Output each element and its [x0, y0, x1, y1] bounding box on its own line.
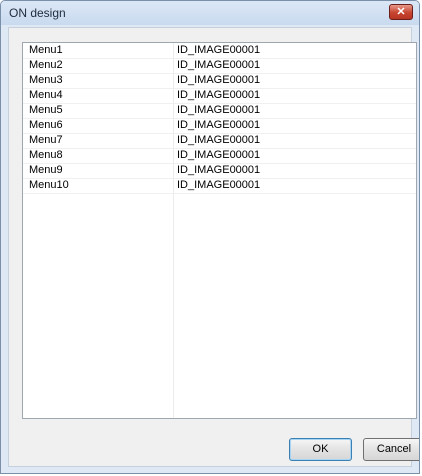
close-button[interactable]: ✕ — [389, 4, 413, 20]
menu-name: Menu5 — [29, 104, 63, 116]
list-item[interactable]: Menu6 ID_IMAGE00001 — [23, 118, 416, 134]
list-item[interactable]: Menu2 ID_IMAGE00001 — [23, 58, 416, 74]
menu-name: Menu2 — [29, 59, 63, 71]
list-item[interactable]: Menu5 ID_IMAGE00001 — [23, 103, 416, 119]
close-icon: ✕ — [396, 6, 406, 18]
image-id: ID_IMAGE00001 — [177, 134, 261, 146]
menu-name: Menu6 — [29, 119, 63, 131]
image-id: ID_IMAGE00001 — [177, 104, 261, 116]
list-item[interactable]: Menu10 ID_IMAGE00001 — [23, 178, 416, 194]
menu-name: Menu3 — [29, 74, 63, 86]
menu-name: Menu8 — [29, 149, 63, 161]
image-id: ID_IMAGE00001 — [177, 59, 261, 71]
image-id: ID_IMAGE00001 — [177, 89, 261, 101]
menu-name: Menu9 — [29, 164, 63, 176]
cancel-button[interactable]: Cancel — [363, 438, 419, 461]
image-id: ID_IMAGE00001 — [177, 149, 261, 161]
image-id: ID_IMAGE00001 — [177, 74, 261, 86]
list-item[interactable]: Menu8 ID_IMAGE00001 — [23, 148, 416, 164]
image-id: ID_IMAGE00001 — [177, 119, 261, 131]
window-title: ON design — [9, 6, 66, 20]
list-item[interactable]: Menu3 ID_IMAGE00001 — [23, 73, 416, 89]
list-item[interactable]: Menu4 ID_IMAGE00001 — [23, 88, 416, 104]
dialog-body: Menu1 ID_IMAGE00001 Menu2 ID_IMAGE00001 … — [8, 27, 419, 467]
menu-list[interactable]: Menu1 ID_IMAGE00001 Menu2 ID_IMAGE00001 … — [22, 42, 417, 419]
menu-name: Menu7 — [29, 134, 63, 146]
image-id: ID_IMAGE00001 — [177, 179, 261, 191]
image-id: ID_IMAGE00001 — [177, 164, 261, 176]
list-item[interactable]: Menu1 ID_IMAGE00001 — [23, 43, 416, 59]
title-bar[interactable]: ON design ✕ — [1, 1, 419, 25]
menu-name: Menu4 — [29, 89, 63, 101]
menu-name: Menu1 — [29, 44, 63, 56]
dialog-window: ON design ✕ Menu1 ID_IMAGE00001 Menu2 ID… — [0, 0, 420, 474]
list-item[interactable]: Menu7 ID_IMAGE00001 — [23, 133, 416, 149]
list-item[interactable]: Menu9 ID_IMAGE00001 — [23, 163, 416, 179]
image-id: ID_IMAGE00001 — [177, 44, 261, 56]
ok-button[interactable]: OK — [289, 438, 352, 461]
menu-name: Menu10 — [29, 179, 69, 191]
